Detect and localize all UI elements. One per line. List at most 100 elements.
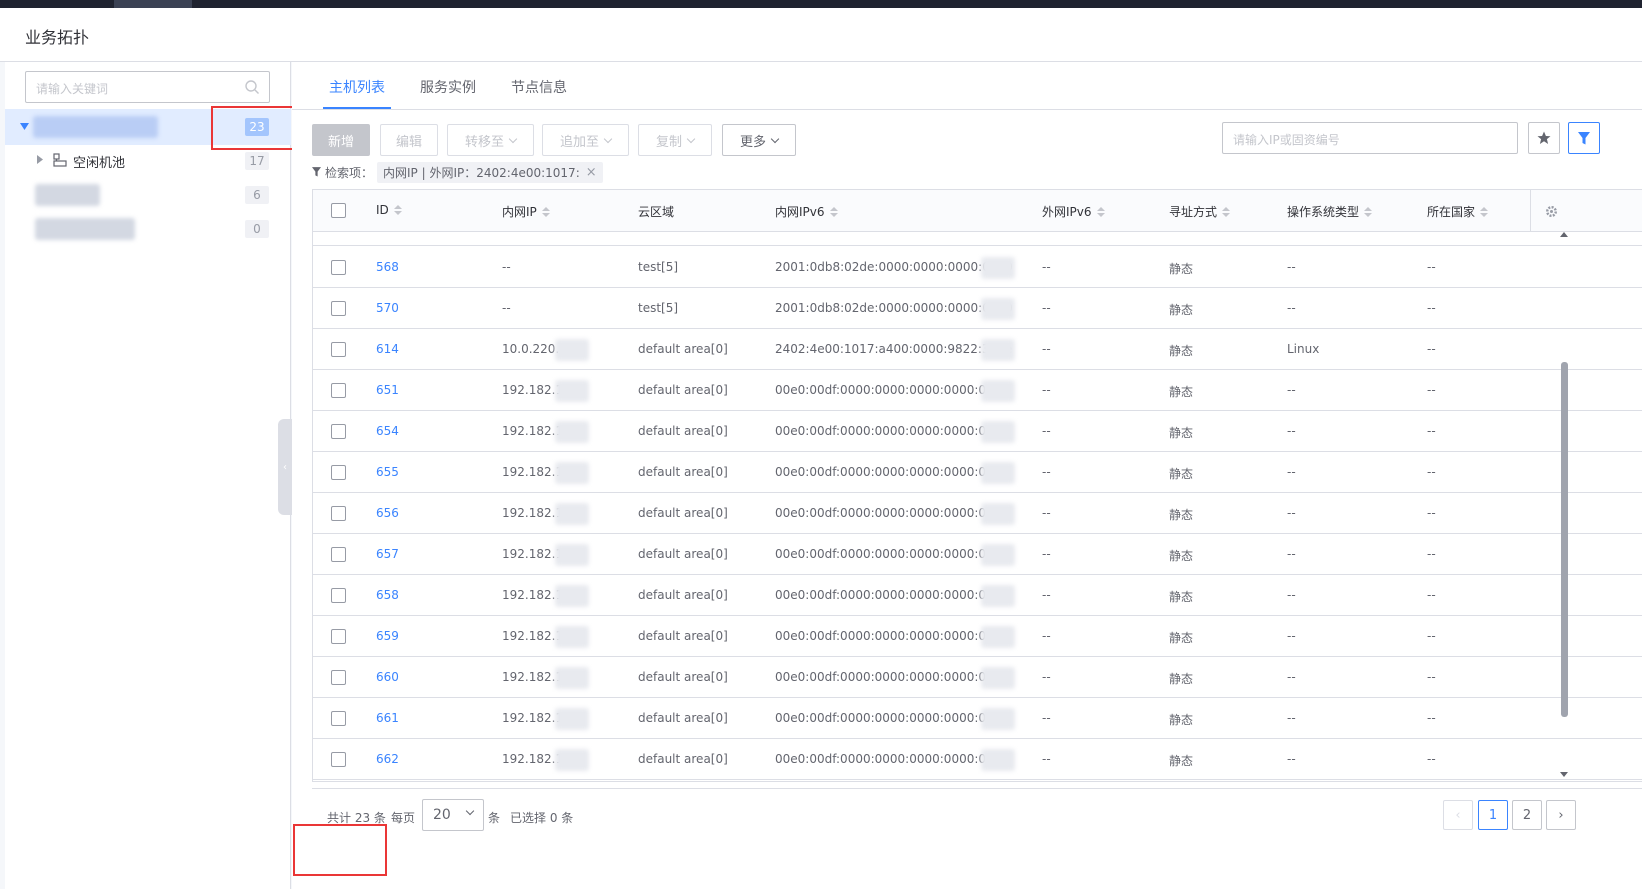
row-checkbox[interactable] xyxy=(331,342,346,357)
row-checkbox[interactable] xyxy=(331,301,346,316)
page-size-select[interactable]: 20 xyxy=(422,799,484,831)
cell-id[interactable]: 654 xyxy=(376,424,399,438)
transfer-to-button[interactable]: 转移至 xyxy=(447,124,534,156)
column-header-inner-ip[interactable]: 内网IP xyxy=(502,203,550,220)
row-checkbox[interactable] xyxy=(331,465,346,480)
more-button[interactable]: 更多 xyxy=(722,124,796,156)
tab-node-info[interactable]: 节点信息 xyxy=(511,77,567,97)
append-to-button[interactable]: 追加至 xyxy=(542,124,629,156)
tab-service-instance[interactable]: 服务实例 xyxy=(420,77,476,97)
page-1-button[interactable]: 1 xyxy=(1478,800,1508,830)
tree-node-3[interactable]: 6 xyxy=(5,177,291,213)
cell-id[interactable]: 661 xyxy=(376,711,399,725)
scroll-up-icon[interactable] xyxy=(1560,232,1568,237)
copy-button[interactable]: 复制 xyxy=(638,124,712,156)
cell-id[interactable]: 655 xyxy=(376,465,399,479)
cell-country: -- xyxy=(1427,547,1436,561)
scrollbar-thumb[interactable] xyxy=(1561,362,1568,717)
ip-search-input[interactable]: 请输入IP或固资编号 xyxy=(1222,122,1518,154)
sort-icon[interactable] xyxy=(1096,206,1105,217)
cell-id[interactable]: 658 xyxy=(376,588,399,602)
keyword-search-input[interactable]: 请输入关键词 xyxy=(25,71,270,103)
row-checkbox[interactable] xyxy=(331,424,346,439)
caret-down-icon[interactable] xyxy=(20,123,29,130)
column-header-addressing[interactable]: 寻址方式 xyxy=(1169,203,1231,220)
select-all-checkbox[interactable] xyxy=(331,203,346,218)
cell-id[interactable]: 662 xyxy=(376,752,399,766)
cell-id[interactable]: 657 xyxy=(376,547,399,561)
caret-right-icon[interactable] xyxy=(37,155,43,164)
prev-page-button[interactable]: ‹ xyxy=(1443,800,1473,830)
cell-id[interactable]: 651 xyxy=(376,383,399,397)
table-row[interactable]: 659 192.182.1 default area[0] 00e0:00df:000… xyxy=(313,616,1642,657)
table-row[interactable]: 660 192.182.1 default area[0] 00e0:00df:000… xyxy=(313,657,1642,698)
table-row[interactable]: 568 -- test[5] 2001:0db8:02de:0000:0000:000… xyxy=(313,247,1642,288)
cell-addressing: 静态 xyxy=(1169,467,1194,481)
column-header-id[interactable]: ID xyxy=(376,203,402,217)
edit-button[interactable]: 编辑 xyxy=(380,124,438,156)
tab-host-list[interactable]: 主机列表 xyxy=(329,77,385,97)
table-row[interactable]: 656 192.182.1 default area[0] 00e0:00df:000… xyxy=(313,493,1642,534)
table-row[interactable]: 654 192.182.1 default area[0] 00e0:00df:000… xyxy=(313,411,1642,452)
row-checkbox[interactable] xyxy=(331,588,346,603)
row-checkbox[interactable] xyxy=(331,506,346,521)
cell-inner-ipv6: 00e0:00df:0000:0000:0000:0000:000 xyxy=(775,711,1002,725)
table-row-partial xyxy=(313,232,1642,246)
row-checkbox[interactable] xyxy=(331,383,346,398)
blurred-ipv6-suffix xyxy=(981,421,1015,443)
row-checkbox[interactable] xyxy=(331,629,346,644)
blurred-ipv6-suffix xyxy=(981,257,1015,279)
table-row[interactable]: 661 192.182.1 default area[0] 00e0:00df:000… xyxy=(313,698,1642,739)
cell-id[interactable]: 660 xyxy=(376,670,399,684)
top-nav-bar xyxy=(0,0,1642,8)
cell-id[interactable]: 570 xyxy=(376,301,399,315)
cell-inner-ip: 192.182.1 xyxy=(502,383,564,397)
filter-chip[interactable]: 内网IP | 外网IP：2402:4e00:1017: × xyxy=(377,161,603,183)
advanced-filter-button[interactable] xyxy=(1568,122,1600,154)
collapse-panel-handle[interactable]: ‹ xyxy=(278,419,292,515)
column-header-country[interactable]: 所在国家 xyxy=(1427,203,1489,220)
add-button[interactable]: 新增 xyxy=(312,124,370,156)
blurred-ip-suffix xyxy=(555,462,589,484)
table-row[interactable]: 662 192.182.1 default area[0] 00e0:00df:000… xyxy=(313,739,1642,780)
cell-id[interactable]: 568 xyxy=(376,260,399,274)
next-page-button[interactable]: › xyxy=(1546,800,1576,830)
sort-icon[interactable] xyxy=(1364,206,1373,217)
sort-icon[interactable] xyxy=(1480,206,1489,217)
table-row[interactable]: 658 192.182.1 default area[0] 00e0:00df:000… xyxy=(313,575,1642,616)
blurred-ipv6-suffix xyxy=(981,298,1015,320)
sort-icon[interactable] xyxy=(541,206,550,217)
row-checkbox[interactable] xyxy=(331,260,346,275)
row-checkbox[interactable] xyxy=(331,752,346,767)
top-nav-active-item[interactable] xyxy=(114,0,192,8)
row-checkbox[interactable] xyxy=(331,547,346,562)
cell-id[interactable]: 659 xyxy=(376,629,399,643)
cell-inner-ip: -- xyxy=(502,260,511,274)
table-row[interactable]: 614 10.0.220. default area[0] 2402:4e00:101… xyxy=(313,329,1642,370)
sort-icon[interactable] xyxy=(829,206,838,217)
page-2-button[interactable]: 2 xyxy=(1512,800,1542,830)
scroll-down-icon[interactable] xyxy=(1560,772,1568,777)
column-header-outer-ipv6[interactable]: 外网IPv6 xyxy=(1042,203,1105,220)
cell-os-type: -- xyxy=(1287,711,1296,725)
table-row[interactable]: 657 192.182.1 default area[0] 00e0:00df:000… xyxy=(313,534,1642,575)
search-icon[interactable] xyxy=(244,79,260,95)
gear-icon[interactable] xyxy=(1545,205,1558,218)
table-row[interactable]: 651 192.182.1 default area[0] 00e0:00df:000… xyxy=(313,370,1642,411)
table-row[interactable]: 570 -- test[5] 2001:0db8:02de:0000:0000:000… xyxy=(313,288,1642,329)
column-header-os-type[interactable]: 操作系统类型 xyxy=(1287,203,1373,220)
node-host-count: 17 xyxy=(245,152,269,170)
cell-cloud-area: default area[0] xyxy=(638,670,728,684)
table-row[interactable]: 655 192.182.1 default area[0] 00e0:00df:000… xyxy=(313,452,1642,493)
column-header-inner-ipv6[interactable]: 内网IPv6 xyxy=(775,203,838,220)
close-icon[interactable]: × xyxy=(586,165,597,180)
cell-id[interactable]: 656 xyxy=(376,506,399,520)
row-checkbox[interactable] xyxy=(331,670,346,685)
tree-node-4[interactable]: 0 xyxy=(5,211,291,247)
table-scrollbar[interactable] xyxy=(1560,232,1568,780)
row-checkbox[interactable] xyxy=(331,711,346,726)
favorite-button[interactable] xyxy=(1528,122,1560,154)
cell-id[interactable]: 614 xyxy=(376,342,399,356)
sort-icon[interactable] xyxy=(1222,206,1231,217)
sort-icon[interactable] xyxy=(393,205,402,215)
